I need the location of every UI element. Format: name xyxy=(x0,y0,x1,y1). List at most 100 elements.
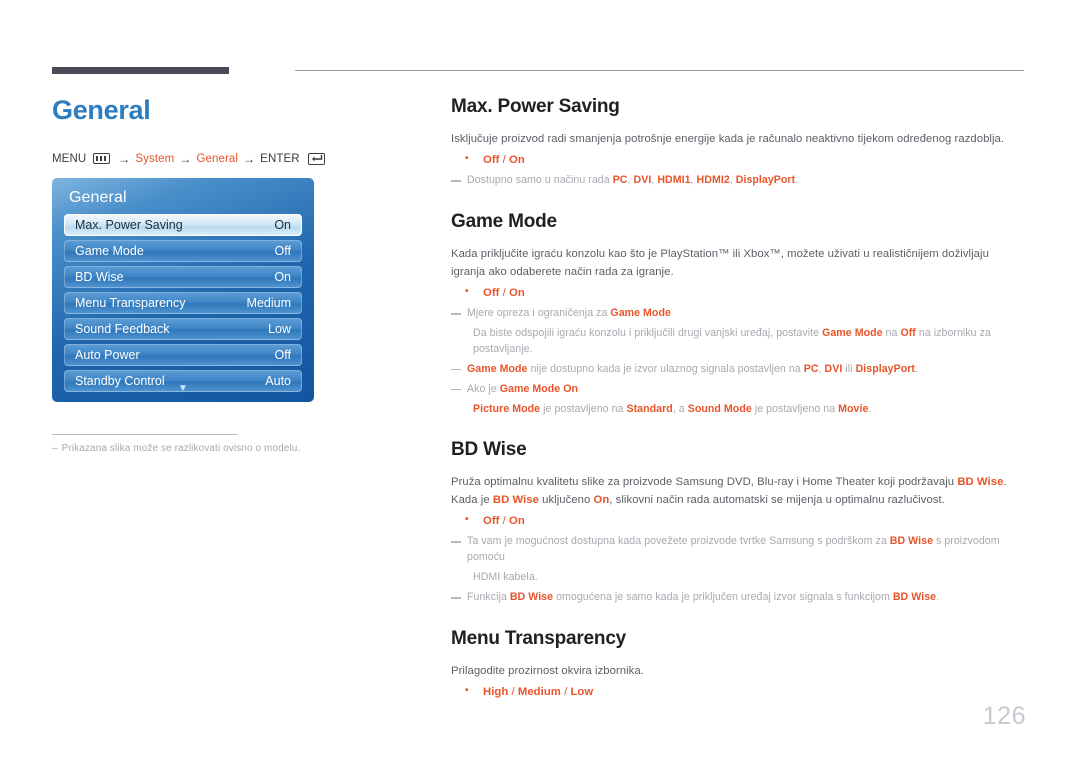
enter-label: ENTER xyxy=(260,152,300,165)
section-note-1-continuation: HDMI kabela. xyxy=(473,571,538,584)
note-text: . xyxy=(795,174,799,187)
option-on: On xyxy=(509,287,525,300)
option-separator: / xyxy=(499,154,510,167)
note-text: omogućena je samo kada je priključen ure… xyxy=(553,590,893,603)
note-text: . xyxy=(914,362,918,375)
osd-row-max-power-saving[interactable]: Max. Power Saving On xyxy=(64,213,302,236)
note-accent-pc: PC xyxy=(803,362,819,375)
section-menu-transparency: Menu Transparency Prilagodite prozirnost… xyxy=(451,628,1026,698)
note-accent-game-mode: Game Mode xyxy=(822,326,883,339)
page-title: General xyxy=(52,95,151,125)
note-accent-pc: PC xyxy=(612,174,628,187)
note-text: nije dostupno kada je izvor ulaznog sign… xyxy=(527,362,804,375)
osd-row-label: Sound Feedback xyxy=(75,321,170,336)
path-arrow-1: → xyxy=(118,151,131,166)
osd-row-menu-transparency[interactable]: Menu Transparency Medium xyxy=(64,291,302,314)
note-accent-hdmi2: HDMI2 xyxy=(696,174,730,187)
osd-row-label: Auto Power xyxy=(75,347,140,362)
section-game-mode: Game Mode Kada priključite igraću konzol… xyxy=(451,211,1026,417)
enter-return-icon xyxy=(307,152,325,165)
note-accent-bd-wise: BD Wise xyxy=(509,590,554,603)
note-accent-bd-wise: BD Wise xyxy=(892,590,937,603)
section-title: Game Mode xyxy=(451,211,557,233)
note-accent-displayport: DisplayPort xyxy=(855,362,915,375)
osd-row-bd-wise[interactable]: BD Wise On xyxy=(64,265,302,288)
section-options: Off / On xyxy=(451,153,1026,167)
option-on: On xyxy=(509,154,525,167)
osd-row-label: Menu Transparency xyxy=(75,295,186,310)
body-accent-on: On xyxy=(593,493,610,506)
option-off: Off xyxy=(483,154,500,167)
note-text: . xyxy=(868,402,872,415)
note-accent-off: Off xyxy=(900,326,916,339)
chevron-down-icon[interactable]: ▼ xyxy=(52,383,314,394)
path-step-system: System xyxy=(135,152,175,165)
page-number: 126 xyxy=(982,702,1026,730)
osd-menu-list: Max. Power Saving On Game Mode Off BD Wi… xyxy=(52,213,314,392)
page-header-rules xyxy=(52,67,1024,75)
section-body: Kada priključite igraću konzolu kao što … xyxy=(451,248,989,278)
option-medium: Medium xyxy=(517,686,561,699)
note-accent-bd-wise: BD Wise xyxy=(889,535,934,548)
section-note-2: Game Mode nije dostupno kada je izvor ul… xyxy=(451,362,1026,378)
osd-row-label: Max. Power Saving xyxy=(75,217,183,232)
option-off: Off xyxy=(483,515,500,528)
section-options: Off / On xyxy=(451,514,1026,528)
osd-row-label: BD Wise xyxy=(75,269,124,284)
osd-row-game-mode[interactable]: Game Mode Off xyxy=(64,239,302,262)
osd-row-value: Medium xyxy=(246,295,291,310)
menu-navigation-path: MENU → System → General → ENTER xyxy=(52,152,412,166)
section-note-2: Funkcija BD Wise omogućena je samo kada … xyxy=(451,590,1026,606)
section-note-1-continuation: Da biste odspojili igraću konzolu i prik… xyxy=(451,326,1026,358)
note-accent-dvi: DVI xyxy=(633,174,652,187)
section-max-power-saving: Max. Power Saving Isključuje proizvod ra… xyxy=(451,96,1026,189)
note-accent-picture-mode: Picture Mode xyxy=(473,402,541,415)
footnote-dash: – xyxy=(52,442,58,454)
note-text: ili xyxy=(842,362,856,375)
option-on: On xyxy=(509,515,525,528)
right-column: Max. Power Saving Isključuje proizvod ra… xyxy=(451,96,1026,705)
osd-panel-title: General xyxy=(69,188,127,206)
section-options: High / Medium / Low xyxy=(451,685,1026,699)
note-text: Funkcija xyxy=(467,590,510,603)
section-bd-wise: BD Wise Pruža optimalnu kvalitetu slike … xyxy=(451,439,1026,605)
note-accent-game-mode-on: Game Mode On xyxy=(499,382,579,395)
osd-row-value: On xyxy=(274,217,291,232)
osd-row-value: Off xyxy=(274,347,291,362)
header-rule-thin xyxy=(295,70,1024,71)
note-text: Ta vam je mogućnost dostupna kada poveže… xyxy=(467,535,890,548)
section-title: BD Wise xyxy=(451,439,527,461)
section-note-1: Dostupno samo u načinu rada PC, DVI, HDM… xyxy=(451,173,1026,189)
osd-menu-panel: General Max. Power Saving On Game Mode O… xyxy=(52,177,314,402)
option-separator: / xyxy=(508,686,518,699)
option-off: Off xyxy=(483,287,500,300)
section-note-1: Mjere opreza i ograničenja za Game Mode xyxy=(451,306,1026,322)
note-text: Da biste odspojili igraću konzolu i prik… xyxy=(473,326,823,339)
note-accent-standard: Standard xyxy=(626,402,673,415)
left-column: General MENU → System → General → ENTER … xyxy=(52,95,412,454)
note-text: , a xyxy=(672,402,688,415)
menu-label: MENU xyxy=(52,152,87,165)
osd-row-sound-feedback[interactable]: Sound Feedback Low xyxy=(64,317,302,340)
note-accent-movie: Movie xyxy=(838,402,869,415)
body-text: uključeno xyxy=(538,493,594,506)
body-text: Pruža optimalnu kvalitetu slike za proiz… xyxy=(451,476,958,489)
note-accent-sound-mode: Sound Mode xyxy=(687,402,752,415)
header-rule-thick xyxy=(52,67,229,74)
note-accent-game-mode: Game Mode xyxy=(467,362,528,375)
section-title: Max. Power Saving xyxy=(451,96,620,117)
body-text: , slikovni način rada automatski se mije… xyxy=(609,493,945,506)
note-accent-game-mode: Game Mode xyxy=(610,307,671,320)
section-note-3: Ako je Game Mode On xyxy=(451,382,1026,398)
osd-row-auto-power[interactable]: Auto Power Off xyxy=(64,343,302,366)
section-body: Prilagodite prozirnost okvira izbornika. xyxy=(451,664,644,677)
note-text: . xyxy=(936,590,940,603)
note-text: na xyxy=(882,326,901,339)
option-separator: / xyxy=(499,287,510,300)
section-body: Pruža optimalnu kvalitetu slike za proiz… xyxy=(451,474,1026,509)
footnote-text: Prikazana slika može se razlikovati ovis… xyxy=(61,442,301,454)
section-body: Isključuje proizvod radi smanjenja potro… xyxy=(451,132,1005,145)
option-low: Low xyxy=(570,686,594,699)
osd-row-value: On xyxy=(274,269,291,284)
option-separator: / xyxy=(499,515,510,528)
